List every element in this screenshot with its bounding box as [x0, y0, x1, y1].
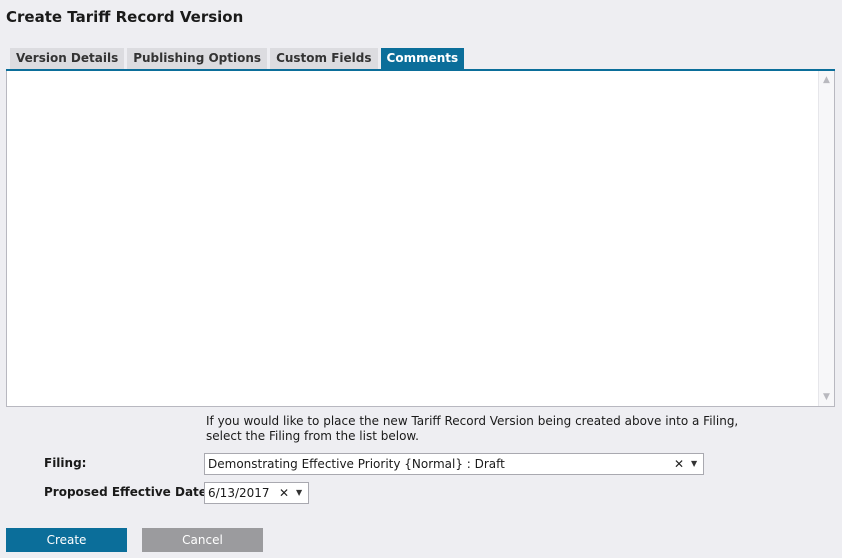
cancel-button[interactable]: Cancel: [142, 528, 263, 552]
filing-dropdown-icon[interactable]: ▼: [691, 454, 697, 474]
scroll-up-icon[interactable]: ▲: [819, 73, 834, 87]
comments-scrollbar[interactable]: ▲ ▼: [818, 71, 834, 406]
comments-textarea[interactable]: ▲ ▼: [6, 71, 835, 407]
filing-label: Filing:: [44, 456, 87, 470]
tab-custom-fields[interactable]: Custom Fields: [270, 48, 378, 69]
effective-date-value: 6/13/2017: [208, 486, 270, 500]
tab-publishing-options[interactable]: Publishing Options: [127, 48, 268, 69]
create-button[interactable]: Create: [6, 528, 127, 552]
effective-date-label: Proposed Effective Date:: [44, 485, 212, 499]
date-dropdown-icon[interactable]: ▼: [296, 483, 302, 503]
filing-help-text: If you would like to place the new Tarif…: [206, 414, 739, 443]
scroll-down-icon[interactable]: ▼: [819, 390, 834, 404]
filing-value: Demonstrating Effective Priority {Normal…: [208, 457, 505, 471]
filing-clear-icon[interactable]: ✕: [674, 454, 684, 474]
tab-version-details[interactable]: Version Details: [10, 48, 125, 69]
filing-combobox[interactable]: Demonstrating Effective Priority {Normal…: [204, 453, 704, 475]
tab-bar: Version Details Publishing Options Custo…: [10, 48, 465, 69]
page-title: Create Tariff Record Version: [6, 8, 244, 26]
date-clear-icon[interactable]: ✕: [279, 483, 289, 503]
effective-date-picker[interactable]: 6/13/2017 ✕ ▼: [204, 482, 309, 504]
tab-comments[interactable]: Comments: [380, 48, 465, 69]
